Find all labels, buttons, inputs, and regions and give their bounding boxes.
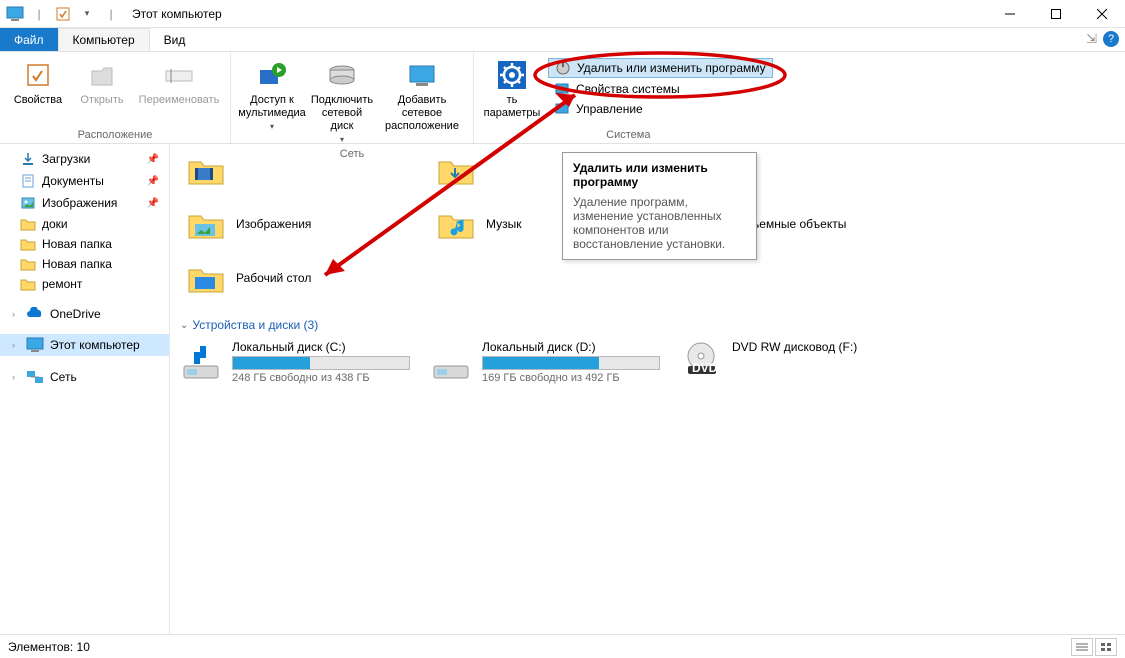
drive-d[interactable]: Локальный диск (D:) 169 ГБ свободно из 4… [430, 340, 660, 384]
folder-icon [20, 277, 36, 291]
sidebar-item-documents[interactable]: Документы 📌 [0, 170, 169, 192]
ribbon-group-network: Доступ к мультимедиа ▾ Подключить сетево… [231, 52, 474, 143]
title-bar: | ▾ | Этот компьютер [0, 0, 1125, 28]
chevron-right-icon[interactable]: › [12, 372, 20, 382]
navigation-pane[interactable]: Загрузки 📌 Документы 📌 Изображения 📌 док… [0, 144, 170, 634]
qat-separator2: | [100, 3, 122, 25]
tab-view[interactable]: Вид [150, 28, 200, 51]
add-network-icon [406, 58, 438, 92]
open-settings-button[interactable]: ть параметры [480, 56, 544, 122]
devices-drives-header[interactable]: ⌄ Устройства и диски (3) [180, 308, 1115, 340]
tab-computer[interactable]: Компьютер [58, 28, 150, 51]
videos-folder-icon [186, 150, 226, 190]
this-pc-icon [26, 337, 44, 353]
hdd-icon [180, 340, 222, 382]
documents-icon [20, 173, 36, 189]
rename-button[interactable]: Переименовать [134, 56, 224, 109]
minimize-button[interactable] [987, 0, 1033, 28]
pin-icon: 📌 [147, 198, 165, 209]
tab-file[interactable]: Файл [0, 28, 58, 51]
open-icon [88, 58, 116, 92]
sidebar-item-this-pc[interactable]: › Этот компьютер [0, 334, 169, 356]
pin-icon: 📌 [147, 154, 165, 165]
details-view-button[interactable] [1071, 638, 1093, 656]
uninstall-icon [555, 60, 571, 76]
chevron-down-icon: ⌄ [180, 320, 188, 331]
downloads-icon [20, 151, 36, 167]
folder-item-pictures[interactable]: Изображения [180, 200, 430, 248]
gear-icon [496, 58, 528, 92]
chevron-right-icon[interactable]: › [12, 340, 20, 350]
chevron-right-icon[interactable]: › [12, 309, 20, 319]
sidebar-item-new-folder-1[interactable]: Новая папка [0, 234, 169, 254]
sidebar-item-onedrive[interactable]: › OneDrive [0, 304, 169, 324]
dvd-drive-icon: DVD [680, 340, 722, 382]
map-drive-button[interactable]: Подключить сетевой диск ▾ [307, 56, 377, 146]
ribbon-group-location: Свойства Открыть Переименовать Расположе… [0, 52, 231, 143]
ribbon: Свойства Открыть Переименовать Расположе… [0, 52, 1125, 144]
drive-usage-bar [482, 356, 660, 370]
onedrive-icon [26, 307, 44, 321]
close-button[interactable] [1079, 0, 1125, 28]
icons-view-button[interactable] [1095, 638, 1117, 656]
add-network-location-button[interactable]: Добавить сетевое расположение [377, 56, 467, 135]
sidebar-item-new-folder-2[interactable]: Новая папка [0, 254, 169, 274]
sidebar-item-remont[interactable]: ремонт [0, 274, 169, 294]
window-controls [987, 0, 1125, 28]
downloads-folder-icon [436, 150, 476, 190]
folder-item[interactable] [180, 146, 430, 194]
pictures-folder-icon [186, 204, 226, 244]
music-folder-icon [436, 204, 476, 244]
item-count: Элементов: 10 [8, 640, 90, 654]
drive-dvd[interactable]: DVD DVD RW дисковод (F:) [680, 340, 910, 384]
ribbon-group-system: ть параметры Удалить или изменить програ… [474, 52, 783, 143]
qat-dropdown-icon[interactable]: ▾ [76, 3, 98, 25]
folder-item-desktop[interactable]: Рабочий стол [180, 254, 430, 302]
drive-usage-bar [232, 356, 410, 370]
ribbon-right-controls: ⇲ ? [1086, 31, 1119, 47]
pictures-icon [20, 195, 36, 211]
system-properties-button[interactable]: Свойства системы [548, 80, 773, 98]
sidebar-item-pictures[interactable]: Изображения 📌 [0, 192, 169, 214]
manage-button[interactable]: Управление [548, 100, 773, 118]
properties-qat-icon[interactable] [52, 3, 74, 25]
qat-separator: | [28, 3, 50, 25]
folder-icon [20, 217, 36, 231]
hdd-icon [430, 340, 472, 382]
drives-list: Локальный диск (C:) 248 ГБ свободно из 4… [180, 340, 1115, 384]
drive-c[interactable]: Локальный диск (C:) 248 ГБ свободно из 4… [180, 340, 410, 384]
pin-icon: 📌 [147, 176, 165, 187]
status-bar: Элементов: 10 [0, 634, 1125, 658]
properties-icon [24, 58, 52, 92]
desktop-folder-icon [186, 258, 226, 298]
view-mode-buttons [1071, 638, 1117, 656]
media-access-icon [257, 58, 287, 92]
folder-icon [20, 257, 36, 271]
this-pc-icon[interactable] [4, 3, 26, 25]
tooltip: Удалить или изменить программу Удаление … [562, 152, 757, 260]
properties-button[interactable]: Свойства [6, 56, 70, 109]
network-icon [26, 369, 44, 385]
open-button[interactable]: Открыть [70, 56, 134, 109]
ribbon-tabs: Файл Компьютер Вид ⇲ ? [0, 28, 1125, 52]
sidebar-item-downloads[interactable]: Загрузки 📌 [0, 148, 169, 170]
help-icon[interactable]: ? [1103, 31, 1119, 47]
folder-icon [20, 237, 36, 251]
sidebar-item-doki[interactable]: доки [0, 214, 169, 234]
sidebar-item-network[interactable]: › Сеть [0, 366, 169, 388]
map-drive-icon [327, 58, 357, 92]
uninstall-program-button[interactable]: Удалить или изменить программу [548, 58, 773, 78]
maximize-button[interactable] [1033, 0, 1079, 28]
window-title: Этот компьютер [126, 7, 222, 21]
system-properties-icon [554, 81, 570, 97]
collapse-ribbon-icon[interactable]: ⇲ [1086, 31, 1097, 47]
manage-icon [554, 101, 570, 117]
quick-access-toolbar: | ▾ | [0, 3, 126, 25]
media-access-button[interactable]: Доступ к мультимедиа ▾ [237, 56, 307, 133]
rename-icon [163, 58, 195, 92]
svg-text:DVD: DVD [692, 361, 718, 375]
